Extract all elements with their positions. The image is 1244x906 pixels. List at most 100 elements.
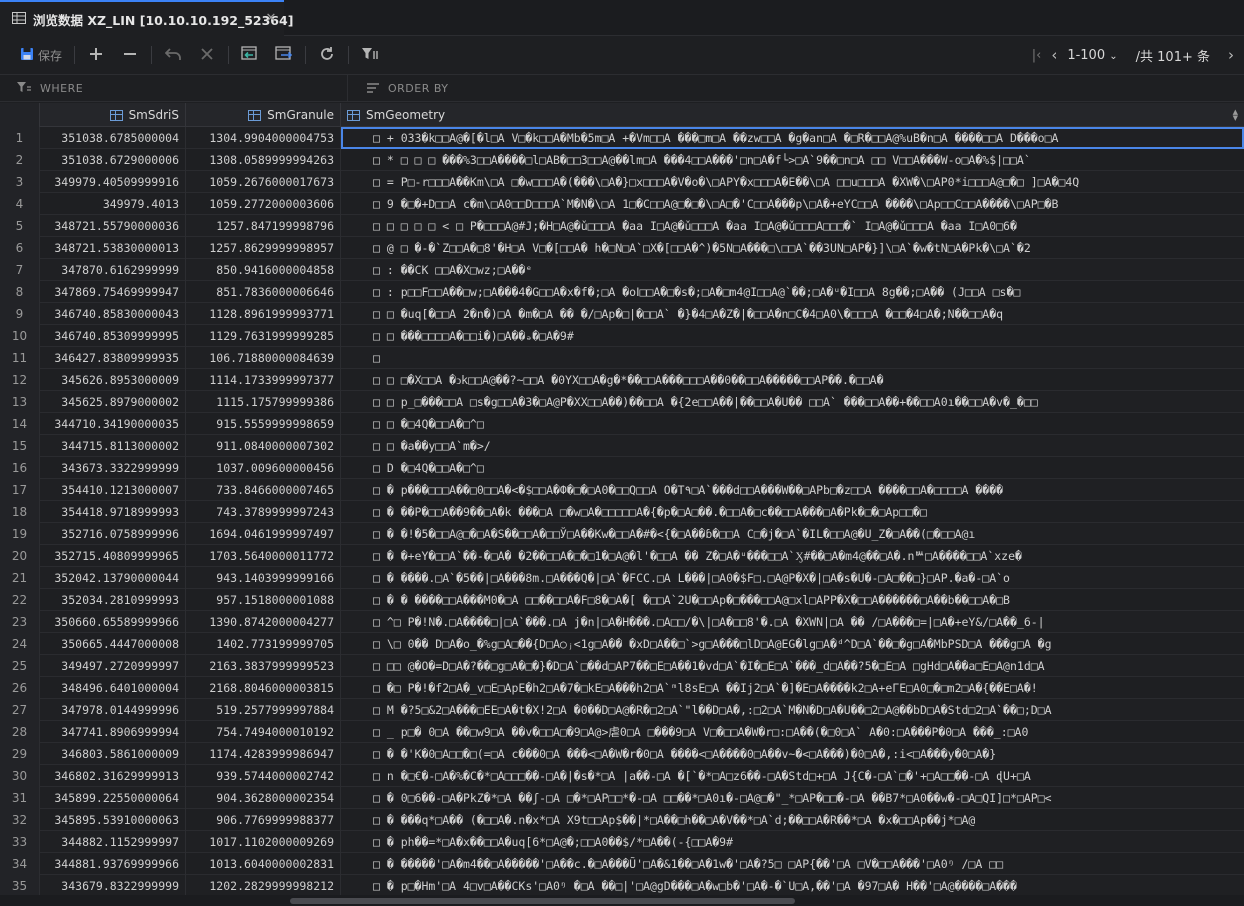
cell-smgranule[interactable]: 519.2577999997884 [186,699,341,721]
cell-smsdris[interactable]: 354418.9718999993 [40,501,186,523]
table-row[interactable]: 35 343679.8322999999 1202.2829999998212 □ �… [0,875,1244,895]
cell-smgeometry[interactable]: □ � ��P�□□A��9��□A�k ���□A □�w□A�□□□□□A�… [341,501,1244,523]
cell-smgeometry[interactable]: □ □ �□4Q�□□A�□^□ [341,413,1244,435]
cell-smsdris[interactable]: 352716.0758999996 [40,523,186,545]
cell-smgeometry[interactable]: □ = P□-r□□□A��Km\□A □�w□□□A�(���\□A�}□x□… [341,171,1244,193]
table-row[interactable]: 7 347870.6162999999 850.9416000004858 □ : �… [0,259,1244,281]
first-page-icon[interactable]: |‹ [1032,48,1042,63]
table-row[interactable]: 17 354410.1213000007 733.8466000007465 □ � … [0,479,1244,501]
cell-smgranule[interactable]: 939.5744000002742 [186,765,341,787]
cell-smsdris[interactable]: 346427.83809999935 [40,347,186,369]
cell-smgranule[interactable]: 1059.2772000003606 [186,193,341,215]
cell-smgranule[interactable]: 1017.1102000009269 [186,831,341,853]
table-row[interactable]: 27 347978.0144999996 519.2577999997884 □ M … [0,699,1244,721]
cell-smgranule[interactable]: 1402.773199999705 [186,633,341,655]
cell-smsdris[interactable]: 345625.8979000002 [40,391,186,413]
cell-smgranule[interactable]: 106.71880000084639 [186,347,341,369]
cell-smsdris[interactable]: 352042.13790000044 [40,567,186,589]
table-row[interactable]: 18 354418.9718999993 743.3789999997243 □ � … [0,501,1244,523]
scrollbar-thumb[interactable] [290,898,795,904]
row-number[interactable]: 27 [0,699,40,721]
row-number[interactable]: 28 [0,721,40,743]
cell-smsdris[interactable]: 343673.3322999999 [40,457,186,479]
cell-smgranule[interactable]: 1128.8961999993771 [186,303,341,325]
cell-smgranule[interactable]: 915.5559999998659 [186,413,341,435]
table-row[interactable]: 6 348721.53830000013 1257.8629999998957 □ @… [0,237,1244,259]
table-row[interactable]: 28 347741.8906999994 754.7494000010192 □ _ … [0,721,1244,743]
cell-smgeometry[interactable]: □ □ �uq[�□□A 2�n�)□A �m�□A �� �/□Ap�□|�□… [341,303,1244,325]
cell-smgeometry[interactable]: □ D �□4Q�□□A�□^□ [341,457,1244,479]
cell-smsdris[interactable]: 347870.6162999999 [40,259,186,281]
cell-smgranule[interactable]: 850.9416000004858 [186,259,341,281]
prev-page-icon[interactable]: ‹ [1051,46,1057,64]
cell-smgranule[interactable]: 2163.3837999999523 [186,655,341,677]
row-number[interactable]: 10 [0,325,40,347]
cell-smgeometry[interactable]: □ + 033�k□□A@�[�l□A V□�k□□A�Mb�5m□A +�Vm… [341,127,1244,149]
cell-smgranule[interactable]: 1013.6040000002831 [186,853,341,875]
cell-smgeometry[interactable]: □ □□ @�O�=D□A�?��□g□A�□�}�D□A`□��d□AP7��… [341,655,1244,677]
cell-smsdris[interactable]: 345626.8953000009 [40,369,186,391]
table-row[interactable]: 21 352042.13790000044 943.1403999999166 □ �… [0,567,1244,589]
cell-smgranule[interactable]: 1114.1733999997377 [186,369,341,391]
row-number[interactable]: 35 [0,875,40,895]
cell-smsdris[interactable]: 346803.5861000009 [40,743,186,765]
cell-smgranule[interactable]: 1115.175799999386 [186,391,341,413]
row-number[interactable]: 16 [0,457,40,479]
cell-smsdris[interactable]: 351038.6729000006 [40,149,186,171]
row-number[interactable]: 1 [0,127,40,149]
row-number[interactable]: 33 [0,831,40,853]
cell-smgeometry[interactable]: □ n �□€�-□A�%�C�*□A□□□��-□A�|�s�*□A |a��… [341,765,1244,787]
table-row[interactable]: 9 346740.85830000043 1128.8961999993771 □ □… [0,303,1244,325]
table-row[interactable]: 15 344715.8113000002 911.0840000007302 □ □ … [0,435,1244,457]
row-number[interactable]: 3 [0,171,40,193]
cell-smgeometry[interactable]: □ @ □ �-�`Z□□A�□8'�H□A V□�[□□A� h�□N□A`□… [341,237,1244,259]
undo-button[interactable] [160,42,186,68]
row-number[interactable]: 30 [0,765,40,787]
row-number[interactable]: 21 [0,567,40,589]
row-number[interactable]: 5 [0,215,40,237]
column-header-smsdris[interactable]: SmSdriS [40,103,186,127]
table-row[interactable]: 10 346740.85309999995 1129.7631999999285 □ … [0,325,1244,347]
cell-smsdris[interactable]: 344710.34190000035 [40,413,186,435]
cell-smsdris[interactable]: 350665.4447000008 [40,633,186,655]
export-button[interactable] [271,42,297,68]
cell-smgeometry[interactable]: □ � ���q*□A�� (�□□A�.n�x*□A X9t□□Ap$��|*… [341,809,1244,831]
row-number[interactable]: 25 [0,655,40,677]
row-number[interactable]: 2 [0,149,40,171]
row-number[interactable]: 15 [0,435,40,457]
table-row[interactable]: 12 345626.8953000009 1114.1733999997377 □ □… [0,369,1244,391]
cell-smgeometry[interactable]: □ □ p_□���□□A □s�g□□A�3�□A@P�XX□□A��)��□… [341,391,1244,413]
table-row[interactable]: 26 348496.6401000004 2168.8046000003815 □ �… [0,677,1244,699]
cell-smsdris[interactable]: 354410.1213000007 [40,479,186,501]
row-number[interactable]: 29 [0,743,40,765]
table-row[interactable]: 30 346802.31629999913 939.5744000002742 □ n… [0,765,1244,787]
page-range-select[interactable]: 1-100 ⌄ [1067,48,1117,63]
row-number[interactable]: 9 [0,303,40,325]
row-number[interactable]: 4 [0,193,40,215]
cell-smsdris[interactable]: 343679.8322999999 [40,875,186,895]
cell-smsdris[interactable]: 348496.6401000004 [40,677,186,699]
tab-browse-data[interactable]: 浏览数据 XZ_LIN [10.10.10.192_52364] ✕ [0,0,293,36]
row-number[interactable]: 32 [0,809,40,831]
cell-smgeometry[interactable]: □ � p□�Hm'□A 4□v□A��CKs'□A0ᵑ �□A ��□|'□A… [341,875,1244,895]
save-button[interactable]: 保存 [20,42,62,68]
cell-smgeometry[interactable]: □ � � ����□□A���M0�□A □□��□□A�F□8�□A�[ �… [341,589,1244,611]
cell-smsdris[interactable]: 347869.75469999947 [40,281,186,303]
refresh-button[interactable] [314,42,340,68]
row-number[interactable]: 19 [0,523,40,545]
row-number[interactable]: 23 [0,611,40,633]
row-number[interactable]: 26 [0,677,40,699]
cell-smgeometry[interactable]: □ [341,347,1244,369]
table-row[interactable]: 11 346427.83809999935 106.71880000084639 □ [0,347,1244,369]
cell-smgeometry[interactable]: □ * □ □ □ ���%3□□A����□l□AB�□□3□□A@��lm□… [341,149,1244,171]
cell-smgranule[interactable]: 1037.009600000456 [186,457,341,479]
delete-row-button[interactable] [117,42,143,68]
cell-smgranule[interactable]: 1257.847199998796 [186,215,341,237]
cell-smgeometry[interactable]: □ � �'K�0□A□□�□(=□A c���0□A ���<□A�W�r�0… [341,743,1244,765]
cell-smgeometry[interactable]: □ □ □�X□□A �ↄk□□A@��?~□□A �0YX□□A�g�*��□… [341,369,1244,391]
cell-smgeometry[interactable]: □ � �!�5�□□A@□�□A�S��□□A�□□Ў□A��Kw�□□A�#… [341,523,1244,545]
import-button[interactable] [237,42,263,68]
cell-smgeometry[interactable]: □ □ �a��y□□A`m�>/ [341,435,1244,457]
row-number[interactable]: 6 [0,237,40,259]
cell-smgranule[interactable]: 1304.9904000004753 [186,127,341,149]
